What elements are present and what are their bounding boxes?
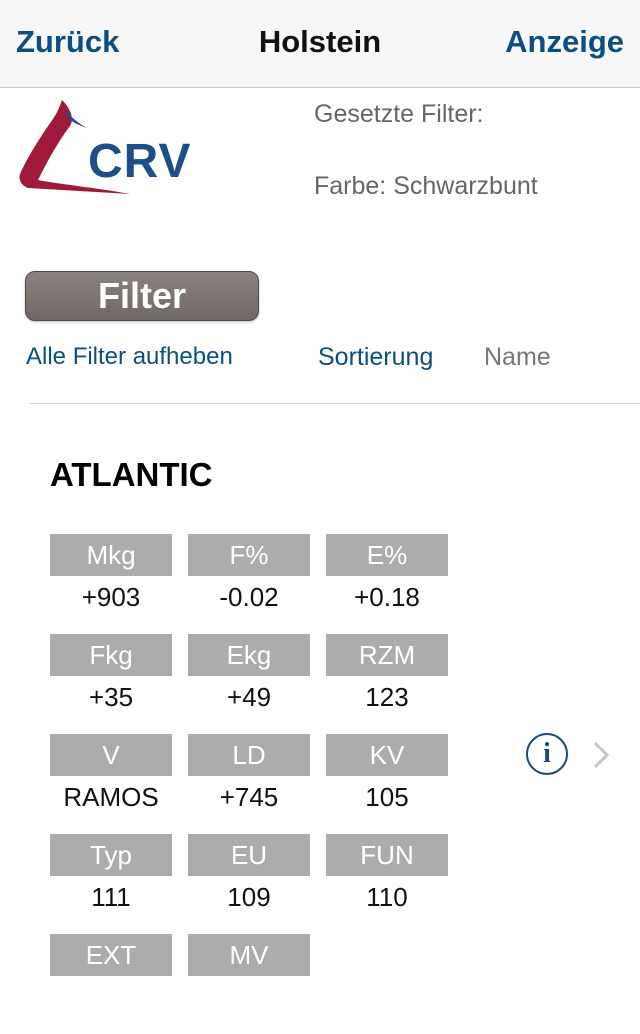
trait-label: Mkg xyxy=(50,534,172,576)
trait-label: F% xyxy=(188,534,310,576)
filter-button[interactable]: Filter xyxy=(25,271,259,321)
trait-label: Typ xyxy=(50,834,172,876)
trait-cell: KV 105 xyxy=(326,734,448,834)
clear-all-filters-link[interactable]: Alle Filter aufheben xyxy=(26,343,233,371)
navigation-bar: Zurück Holstein Anzeige xyxy=(0,0,640,88)
trait-value: +35 xyxy=(88,682,134,712)
trait-value: 105 xyxy=(365,782,409,812)
crv-logo: CRV xyxy=(18,98,190,202)
trait-cell: RZM 123 xyxy=(326,634,448,734)
trait-label: MV xyxy=(188,934,310,976)
trait-value: 111 xyxy=(91,882,131,912)
trait-label: E% xyxy=(326,534,448,576)
info-icon[interactable]: i xyxy=(526,733,568,775)
trait-label: Fkg xyxy=(50,634,172,676)
trait-cell: Fkg +35 xyxy=(50,634,172,734)
trait-label: KV xyxy=(326,734,448,776)
trait-value: RAMOS xyxy=(63,782,159,812)
trait-label: EXT xyxy=(50,934,172,976)
divider xyxy=(30,403,640,404)
trait-cell: Mkg +903 xyxy=(50,534,172,634)
color-filter-text: Farbe: Schwarzbunt xyxy=(314,172,538,200)
chevron-right-icon[interactable] xyxy=(590,740,612,770)
trait-cell: FUN 110 xyxy=(326,834,448,934)
trait-value: +49 xyxy=(226,682,272,712)
trait-value: +0.18 xyxy=(354,582,420,612)
trait-value: +903 xyxy=(81,582,141,612)
sort-link[interactable]: Sortierung xyxy=(318,343,433,372)
trait-cell: EXT xyxy=(50,934,172,1034)
trait-cell: Typ 111 xyxy=(50,834,172,934)
trait-value: 110 xyxy=(366,882,408,912)
logo-text: CRV xyxy=(88,135,192,188)
trait-label: Ekg xyxy=(188,634,310,676)
trait-value: 109 xyxy=(227,882,271,912)
display-button[interactable]: Anzeige xyxy=(505,24,624,60)
trait-label: EU xyxy=(188,834,310,876)
trait-value: -0.02 xyxy=(219,582,279,612)
trait-cell: EU 109 xyxy=(188,834,310,934)
sort-value: Name xyxy=(484,343,551,371)
trait-value: +745 xyxy=(219,782,279,812)
trait-cell: F% -0.02 xyxy=(188,534,310,634)
trait-label: LD xyxy=(188,734,310,776)
trait-value: 123 xyxy=(365,682,409,712)
trait-label: RZM xyxy=(326,634,448,676)
trait-label: FUN xyxy=(326,834,448,876)
trait-cell: E% +0.18 xyxy=(326,534,448,634)
trait-cell: V RAMOS xyxy=(50,734,172,834)
bull-name: ATLANTIC xyxy=(50,456,213,493)
trait-label: V xyxy=(50,734,172,776)
active-filters-heading: Gesetzte Filter: xyxy=(314,100,484,128)
trait-cell: LD +745 xyxy=(188,734,310,834)
trait-cell: MV xyxy=(188,934,310,1034)
trait-cell: Ekg +49 xyxy=(188,634,310,734)
